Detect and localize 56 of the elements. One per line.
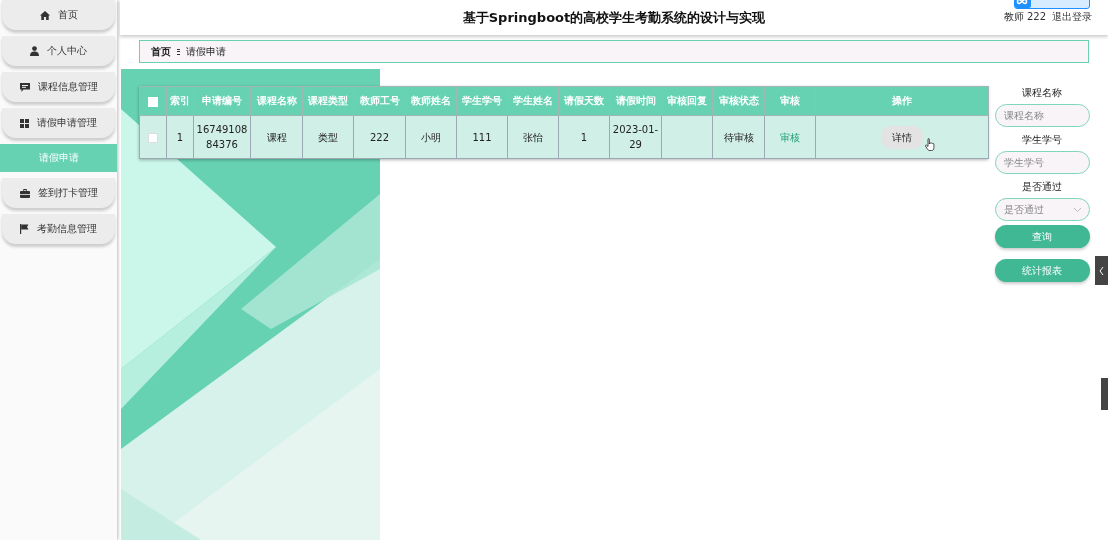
sidebar-item[interactable]: 签到打卡管理 — [2, 178, 115, 208]
column-header: 课程名称 — [250, 86, 303, 116]
details-button[interactable]: 详情 — [881, 125, 923, 149]
column-header: 审核状态 — [712, 86, 765, 116]
hand-cursor-icon — [925, 137, 935, 151]
table-cell: 类型 — [318, 131, 338, 143]
collapse-tab[interactable] — [1095, 256, 1108, 285]
home-icon — [39, 10, 50, 20]
field-label: 是否通过 — [1022, 180, 1062, 194]
row-checkbox[interactable] — [148, 132, 158, 143]
column-header: 学生姓名 — [507, 86, 559, 116]
field-label: 学生学号 — [1022, 133, 1062, 147]
column-header: 操作 — [815, 86, 989, 116]
table-cell: 张怡 — [523, 131, 543, 143]
table-cell: 小明 — [421, 131, 441, 143]
column-header: 审核 — [764, 86, 816, 116]
table-cell: 待审核 — [723, 131, 754, 143]
chevron-down-icon — [1073, 207, 1081, 212]
table-cell: 111 — [472, 131, 492, 143]
column-header: 课程类型 — [302, 86, 354, 116]
sidebar-item[interactable]: 考勤信息管理 — [2, 214, 115, 244]
grid-icon — [20, 118, 29, 128]
flag-icon — [20, 224, 29, 234]
person-icon — [30, 46, 39, 56]
sidebar-item[interactable]: 个人中心 — [2, 36, 115, 66]
table-cell: 1 — [176, 131, 184, 143]
input-field[interactable]: 学生学号 — [994, 151, 1090, 174]
side-tab[interactable] — [1101, 378, 1108, 410]
logout-link[interactable]: 退出登录 — [1052, 10, 1092, 24]
field-label: 课程名称 — [1022, 86, 1062, 100]
sidebar-item[interactable]: 请假申请管理 — [2, 108, 115, 138]
table-cell: 222 — [369, 131, 390, 143]
select-all-checkbox[interactable] — [148, 96, 158, 107]
select-field[interactable]: 是否通过 — [994, 198, 1090, 221]
column-header: 请假天数 — [558, 86, 610, 116]
column-header: 学生学号 — [456, 86, 508, 116]
table-cell: 1674910884376 — [196, 124, 248, 150]
column-header: 请假时间 — [609, 86, 662, 116]
breadcrumb-link[interactable]: 首页 — [151, 44, 171, 59]
table-cell: 课程 — [266, 131, 287, 143]
table-cell: 1 — [580, 131, 588, 143]
chevron-left-icon — [1099, 266, 1104, 275]
page-title: 基于Springboot的高校学生考勤系统的设计与实现 — [462, 8, 766, 27]
column-header: 教师姓名 — [405, 86, 457, 116]
sidebar-item[interactable]: 课程信息管理 — [2, 72, 115, 102]
column-header: 审核回复 — [661, 86, 713, 116]
sidebar-item[interactable]: 首页 — [2, 0, 115, 30]
briefcase-icon — [19, 188, 30, 198]
column-header: 索引 — [166, 86, 194, 116]
input-field[interactable]: 课程名称 — [994, 104, 1090, 127]
user-label: 教师 222 — [1003, 10, 1046, 24]
table-cell: 2023-01-29 — [612, 124, 659, 150]
column-header: 申请编号 — [193, 86, 251, 116]
chat-icon — [19, 82, 30, 92]
column-header: 教师工号 — [353, 86, 406, 116]
separator-icon — [177, 48, 180, 55]
